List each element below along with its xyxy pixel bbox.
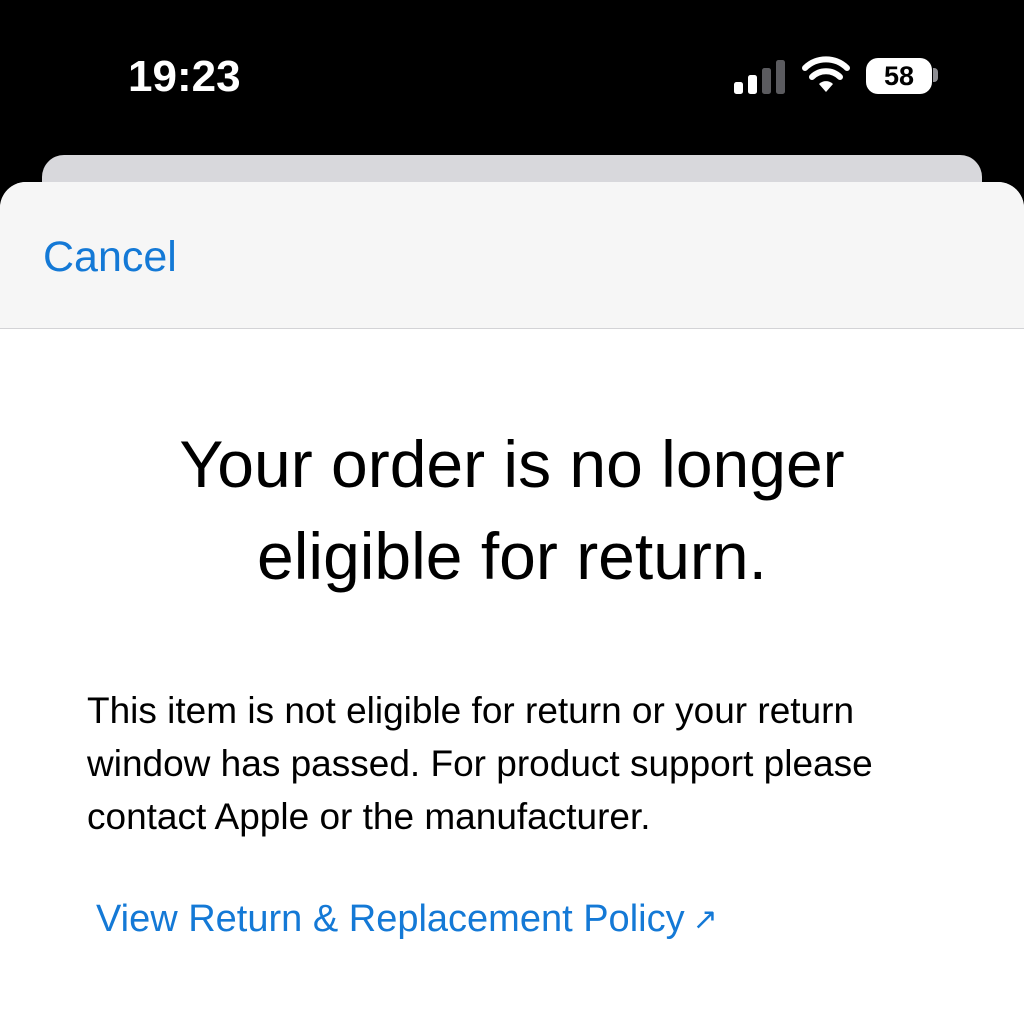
page-title: Your order is no longer eligible for ret…	[179, 427, 845, 593]
cancel-button[interactable]: Cancel	[43, 232, 177, 282]
return-policy-link-label: View Return & Replacement Policy	[96, 898, 685, 940]
screen: 19:23 58 Cancel Your order is no longer …	[0, 0, 1024, 1013]
external-link-arrow-icon: ↗	[692, 903, 718, 936]
battery-nub	[933, 68, 938, 82]
sheet-header: Cancel	[0, 182, 1024, 329]
battery-icon: 58	[866, 58, 932, 94]
status-time: 19:23	[128, 52, 241, 101]
wifi-icon	[802, 56, 850, 92]
return-sheet: Cancel Your order is no longer eligible …	[0, 182, 1024, 1013]
return-policy-link[interactable]: View Return & Replacement Policy ↗	[96, 894, 718, 945]
ineligible-message: This item is not eligible for return or …	[87, 690, 873, 837]
cellular-signal-icon	[734, 60, 785, 94]
